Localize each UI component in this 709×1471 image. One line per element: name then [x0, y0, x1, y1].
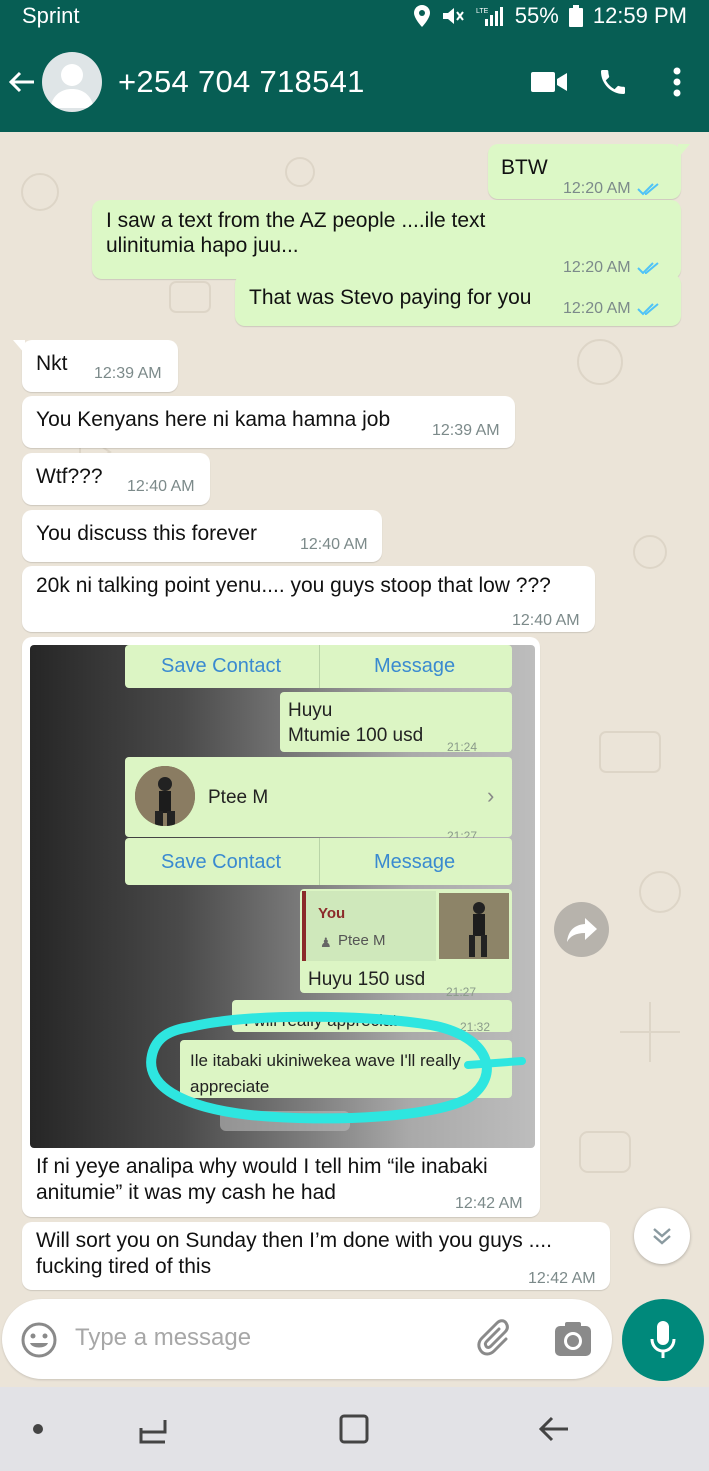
nav-dot-icon[interactable]	[18, 1409, 58, 1449]
message-time: 12:39 AM	[432, 422, 500, 439]
message-text: 20k ni talking point yenu.... you guys s…	[36, 574, 551, 597]
microphone-button[interactable]	[622, 1299, 704, 1381]
read-tick-icon	[636, 261, 659, 275]
message-bubble-incoming[interactable]: 20k ni talking point yenu.... you guys s…	[22, 566, 595, 632]
back-arrow-icon[interactable]	[2, 62, 42, 102]
video-call-icon[interactable]	[517, 52, 581, 112]
message-time: 12:40 AM	[127, 478, 195, 495]
home-button-icon[interactable]	[334, 1409, 374, 1449]
battery-icon	[568, 5, 583, 27]
avatar[interactable]	[42, 52, 102, 112]
message-list[interactable]: BTW 12:20 AM I saw a text from the AZ pe…	[0, 132, 709, 1387]
image-message-bubble[interactable]: Save Contact Message Huyu Mtumie 100 usd…	[22, 637, 540, 1217]
forward-icon[interactable]	[554, 902, 609, 957]
signal-icon: LTE	[475, 5, 505, 27]
emoji-icon[interactable]	[20, 1321, 58, 1364]
camera-icon[interactable]	[554, 1321, 592, 1362]
message-text: That was Stevo paying for you	[249, 286, 532, 309]
message-text: Nkt	[36, 352, 68, 375]
compose-bar: Type a message	[0, 1297, 709, 1387]
location-icon	[413, 4, 431, 28]
attach-paperclip-icon[interactable]	[476, 1319, 516, 1364]
message-text: Wtf???	[36, 465, 103, 488]
back-nav-icon[interactable]	[534, 1409, 574, 1449]
message-text: You discuss this forever	[36, 522, 258, 545]
system-nav-bar	[0, 1387, 709, 1471]
message-text-line: Will sort you on Sunday then I’m done wi…	[36, 1229, 552, 1252]
message-bubble-incoming[interactable]: You discuss this forever 12:40 AM	[22, 510, 382, 562]
battery-level: 55%	[514, 3, 559, 28]
message-time: 12:39 AM	[94, 365, 162, 382]
message-text: BTW	[501, 156, 548, 179]
message-time: 12:40 AM	[300, 536, 368, 553]
message-time: 12:20 AM	[563, 176, 661, 202]
message-bubble-outgoing[interactable]: That was Stevo paying for you 12:20 AM	[235, 274, 681, 326]
more-vertical-icon[interactable]	[645, 52, 709, 112]
shared-screenshot-image[interactable]: Save Contact Message Huyu Mtumie 100 usd…	[30, 645, 535, 1148]
message-input[interactable]: Type a message	[2, 1299, 612, 1379]
message-text-line: fucking tired of this	[36, 1255, 212, 1278]
message-time: 12:42 AM	[455, 1195, 523, 1212]
status-bar: Sprint LTE 55% 12:59 PM	[0, 0, 709, 32]
message-text-line: I saw a text from the AZ people ....ile …	[106, 209, 486, 232]
image-caption-line: If ni yeye analipa why would I tell him …	[36, 1155, 488, 1178]
contact-title[interactable]: +254 704 718541	[118, 64, 517, 100]
message-time: 12:42 AM	[528, 1270, 596, 1287]
message-time: 12:20 AM	[563, 296, 661, 322]
message-time: 12:40 AM	[512, 612, 580, 629]
carrier-label: Sprint	[22, 3, 80, 28]
message-text-line: ulinitumia hapo juu...	[106, 234, 299, 257]
read-tick-icon	[636, 182, 659, 196]
message-bubble-incoming[interactable]: Will sort you on Sunday then I’m done wi…	[22, 1222, 610, 1290]
read-tick-icon	[636, 302, 659, 316]
message-bubble-incoming[interactable]: Nkt 12:39 AM	[13, 340, 178, 392]
recent-apps-icon[interactable]	[134, 1409, 174, 1449]
image-caption-line: anitumie” it was my cash he had	[36, 1181, 336, 1204]
chevron-double-down-icon	[653, 1228, 671, 1245]
message-bubble-outgoing[interactable]: BTW 12:20 AM	[488, 144, 690, 202]
message-bubble-incoming[interactable]: You Kenyans here ni kama hamna job 12:39…	[22, 396, 515, 448]
phone-icon[interactable]	[581, 52, 645, 112]
message-bubble-outgoing[interactable]: I saw a text from the AZ people ....ile …	[92, 200, 681, 279]
message-bubble-incoming[interactable]: Wtf??? 12:40 AM	[22, 453, 210, 505]
chat-header: +254 704 718541	[0, 32, 709, 132]
mute-icon	[441, 6, 465, 26]
microphone-icon	[650, 1321, 676, 1358]
scroll-to-bottom-button[interactable]	[634, 1208, 690, 1264]
message-placeholder: Type a message	[75, 1324, 252, 1351]
message-text: You Kenyans here ni kama hamna job	[36, 408, 391, 431]
lte-label: LTE	[476, 8, 489, 15]
clock: 12:59 PM	[592, 3, 687, 28]
highlight-circle-annotation	[146, 1011, 526, 1124]
